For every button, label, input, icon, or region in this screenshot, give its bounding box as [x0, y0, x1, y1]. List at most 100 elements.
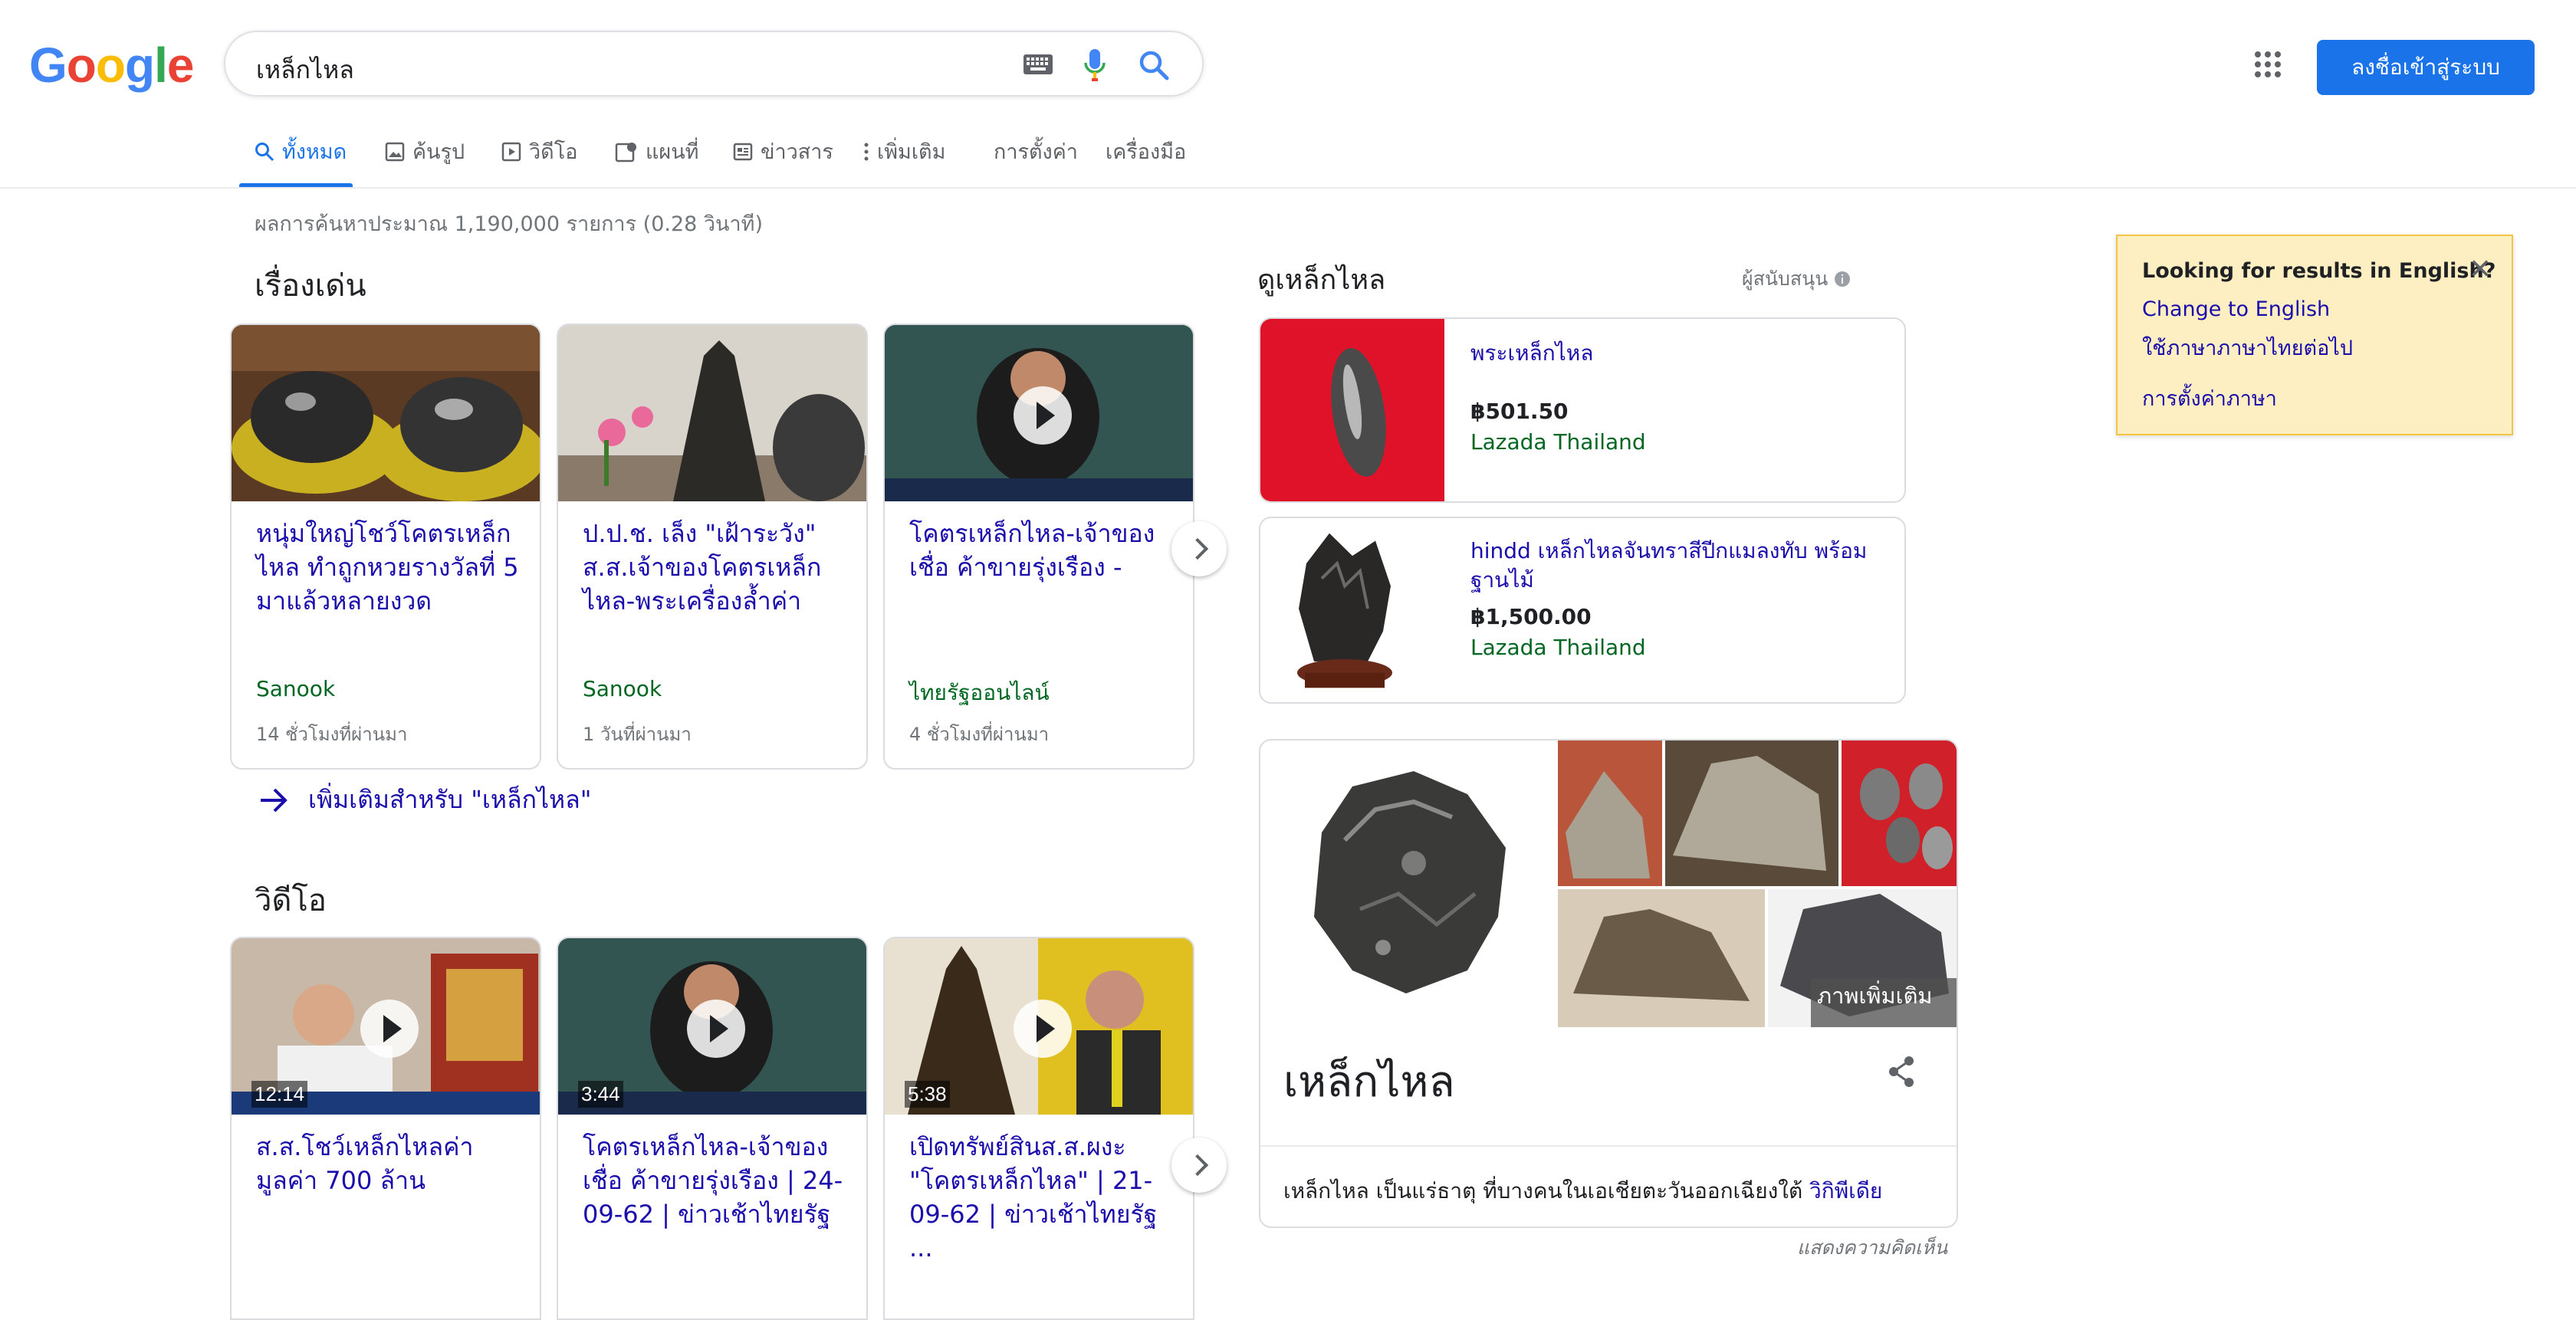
video-card[interactable]: 3:44 โคตรเหล็กไหล-เจ้าของเชื่อ ค้าขายรุ่… [557, 937, 868, 1320]
play-icon [687, 1000, 745, 1058]
product-image [1260, 518, 1444, 702]
news-source: Sanook [256, 676, 336, 701]
news-time: 1 วันที่ผ่านมา [583, 724, 692, 745]
video-title-link[interactable]: เปิดทรัพย์สินส.ส.ผงะ "โคตรเหล็กไหล" | 21… [909, 1130, 1178, 1265]
tab-settings-label: การตั้งค่า [994, 140, 1078, 164]
video-duration: 12:14 [251, 1081, 308, 1108]
close-icon[interactable]: ✕ [2469, 253, 2492, 285]
language-prompt-title: Looking for results in English? [2142, 259, 2496, 283]
news-thumbnail-image [232, 325, 540, 501]
image-icon [385, 142, 405, 161]
main-rock-image[interactable] [1260, 740, 1558, 1027]
video-duration: 5:38 [905, 1081, 950, 1108]
tab-all[interactable]: ทั้งหมด [255, 135, 347, 168]
more-news-link[interactable]: เพิ่มเติมสำหรับ "เหล็กไหล" [259, 780, 591, 819]
tab-maps[interactable]: แผนที่ [615, 135, 698, 168]
panel-divider [1260, 1145, 1957, 1147]
language-settings-link[interactable]: การตั้งค่าภาษา [2142, 382, 2277, 415]
arrow-right-icon [261, 788, 288, 812]
video-title-link[interactable]: โคตรเหล็กไหล-เจ้าของเชื่อ ค้าขายรุ่งเรือ… [583, 1130, 851, 1231]
keyboard-icon[interactable] [1023, 54, 1053, 75]
more-news-label: เพิ่มเติมสำหรับ "เหล็กไหล" [308, 785, 592, 814]
sponsored-text: ผู้สนับสนุน [1742, 268, 1829, 290]
news-title-link[interactable]: ป.ป.ช. เล็ง "เฝ้าระวัง" ส.ส.เจ้าของโคตรเ… [583, 517, 851, 618]
apps-grid-icon[interactable] [2254, 51, 2282, 78]
video-title-link[interactable]: ส.ส.โชว์เหล็กไหลค่ามูลค่า 700 ล้าน [256, 1130, 524, 1197]
tab-videos-label: วิดีโอ [529, 140, 578, 164]
tab-tools-label: เครื่องมือ [1106, 140, 1187, 164]
search-icon[interactable] [1138, 49, 1170, 81]
play-icon [360, 1000, 419, 1058]
change-to-english-link[interactable]: Change to English [2142, 297, 2330, 321]
tab-images-label: ค้นรูป [412, 140, 465, 164]
product-image [1260, 319, 1444, 501]
info-icon [1835, 271, 1851, 287]
more-vert-icon [864, 143, 869, 160]
entity-description: เหล็กไหล เป็นแร่ธาตุ ที่บางคนในเอเชียตะว… [1283, 1174, 1882, 1208]
search-box[interactable]: เหล็กไหล [224, 31, 1204, 97]
logo-letter-l: l [154, 38, 168, 93]
feedback-link[interactable]: แสดงความคิดเห็น [1797, 1233, 1947, 1263]
top-stories-heading: เรื่องเด่น [255, 268, 366, 304]
tab-news[interactable]: ข่าวสาร [733, 135, 833, 168]
video-card[interactable]: 5:38 เปิดทรัพย์สินส.ส.ผงะ "โคตรเหล็กไหล"… [883, 937, 1194, 1320]
microphone-icon[interactable] [1083, 48, 1107, 83]
product-store: Lazada Thailand [1470, 429, 1646, 455]
news-time: 14 ชั่วโมงที่ผ่านมา [256, 724, 408, 745]
news-card[interactable]: โคตรเหล็กไหล-เจ้าของเชื่อ ค้าขายรุ่งเรือ… [883, 323, 1194, 770]
logo-letter-g: G [29, 38, 67, 93]
logo-letter-g2: g [124, 38, 155, 93]
video-card[interactable]: 12:14 ส.ส.โชว์เหล็กไหลค่ามูลค่า 700 ล้าน [230, 937, 541, 1320]
play-icon [1014, 1000, 1072, 1058]
news-icon [733, 143, 753, 160]
search-icon [255, 142, 274, 161]
tab-maps-label: แผนที่ [646, 140, 699, 164]
news-card[interactable]: หนุ่มใหญ่โชว์โคตรเหล็กไหล ทำถูกหวยรางวัล… [230, 323, 541, 770]
map-icon [615, 142, 636, 162]
tab-more-label: เพิ่มเติม [877, 140, 946, 164]
news-thumbnail-image [558, 325, 866, 501]
news-time: 4 ชั่วโมงที่ผ่านมา [909, 724, 1050, 745]
search-input[interactable]: เหล็กไหล [256, 51, 354, 90]
sponsored-label[interactable]: ผู้สนับสนุน [1742, 264, 1851, 294]
header-divider [0, 187, 2576, 189]
description-text: เหล็กไหล เป็นแร่ธาตุ ที่บางคนในเอเชียตะว… [1283, 1178, 1803, 1203]
share-icon[interactable] [1886, 1055, 1917, 1089]
product-store: Lazada Thailand [1470, 635, 1646, 660]
news-title-link[interactable]: หนุ่มใหญ่โชว์โคตรเหล็กไหล ทำถูกหวยรางวัล… [256, 517, 524, 618]
language-suggestion-box: Looking for results in English? ✕ Change… [2116, 235, 2513, 435]
google-logo[interactable]: Google [29, 37, 195, 94]
tab-all-label: ทั้งหมด [282, 140, 347, 164]
tab-videos[interactable]: วิดีโอ [501, 135, 577, 168]
sign-in-button[interactable]: ลงชื่อเข้าสู่ระบบ [2317, 40, 2535, 95]
product-price: ฿1,500.00 [1470, 604, 1592, 629]
shopping-item[interactable]: hindd เหล็กไหลจันทราสีปีกแมลงทับ พร้อมฐา… [1259, 517, 1906, 704]
entity-title: เหล็กไหล [1283, 1057, 1455, 1107]
logo-letter-o1: o [66, 38, 97, 93]
wikipedia-link[interactable]: วิกิพีเดีย [1809, 1178, 1882, 1203]
tab-images[interactable]: ค้นรูป [385, 135, 465, 168]
carousel-next-button[interactable] [1171, 521, 1227, 576]
logo-letter-e: e [166, 38, 195, 93]
video-duration: 3:44 [578, 1081, 623, 1108]
news-title-link[interactable]: โคตรเหล็กไหล-เจ้าของเชื่อ ค้าขายรุ่งเรือ… [909, 517, 1178, 584]
tab-tools[interactable]: เครื่องมือ [1106, 135, 1186, 168]
product-price: ฿501.50 [1470, 399, 1569, 424]
tab-news-label: ข่าวสาร [761, 140, 833, 164]
knowledge-panel: ภาพเพิ่มเติม เหล็กไหล เหล็กไหล เป็นแร่ธา… [1259, 739, 1958, 1228]
news-source: Sanook [583, 676, 662, 701]
carousel-next-button[interactable] [1171, 1138, 1227, 1193]
news-card[interactable]: ป.ป.ช. เล็ง "เฝ้าระวัง" ส.ส.เจ้าของโคตรเ… [557, 323, 868, 770]
product-name-link[interactable]: พระเหล็กไหล [1470, 339, 1884, 368]
news-source: ไทยรัฐออนไลน์ [909, 680, 1050, 705]
shopping-item[interactable]: พระเหล็กไหล ฿501.50 Lazada Thailand [1259, 317, 1906, 503]
more-images-link[interactable]: ภาพเพิ่มเติม [1817, 978, 1933, 1013]
tab-more[interactable]: เพิ่มเติม [863, 135, 945, 168]
keep-thai-link[interactable]: ใช้ภาษาภาษาไทยต่อไป [2142, 331, 2353, 364]
tab-settings[interactable]: การตั้งค่า [994, 135, 1078, 168]
shopping-heading: ดูเหล็กไหล [1257, 264, 1386, 296]
logo-letter-o2: o [95, 38, 126, 93]
videos-heading: วิดีโอ [255, 883, 327, 918]
play-icon [1014, 386, 1072, 445]
product-name-link[interactable]: hindd เหล็กไหลจันทราสีปีกแมลงทับ พร้อมฐา… [1470, 537, 1884, 595]
